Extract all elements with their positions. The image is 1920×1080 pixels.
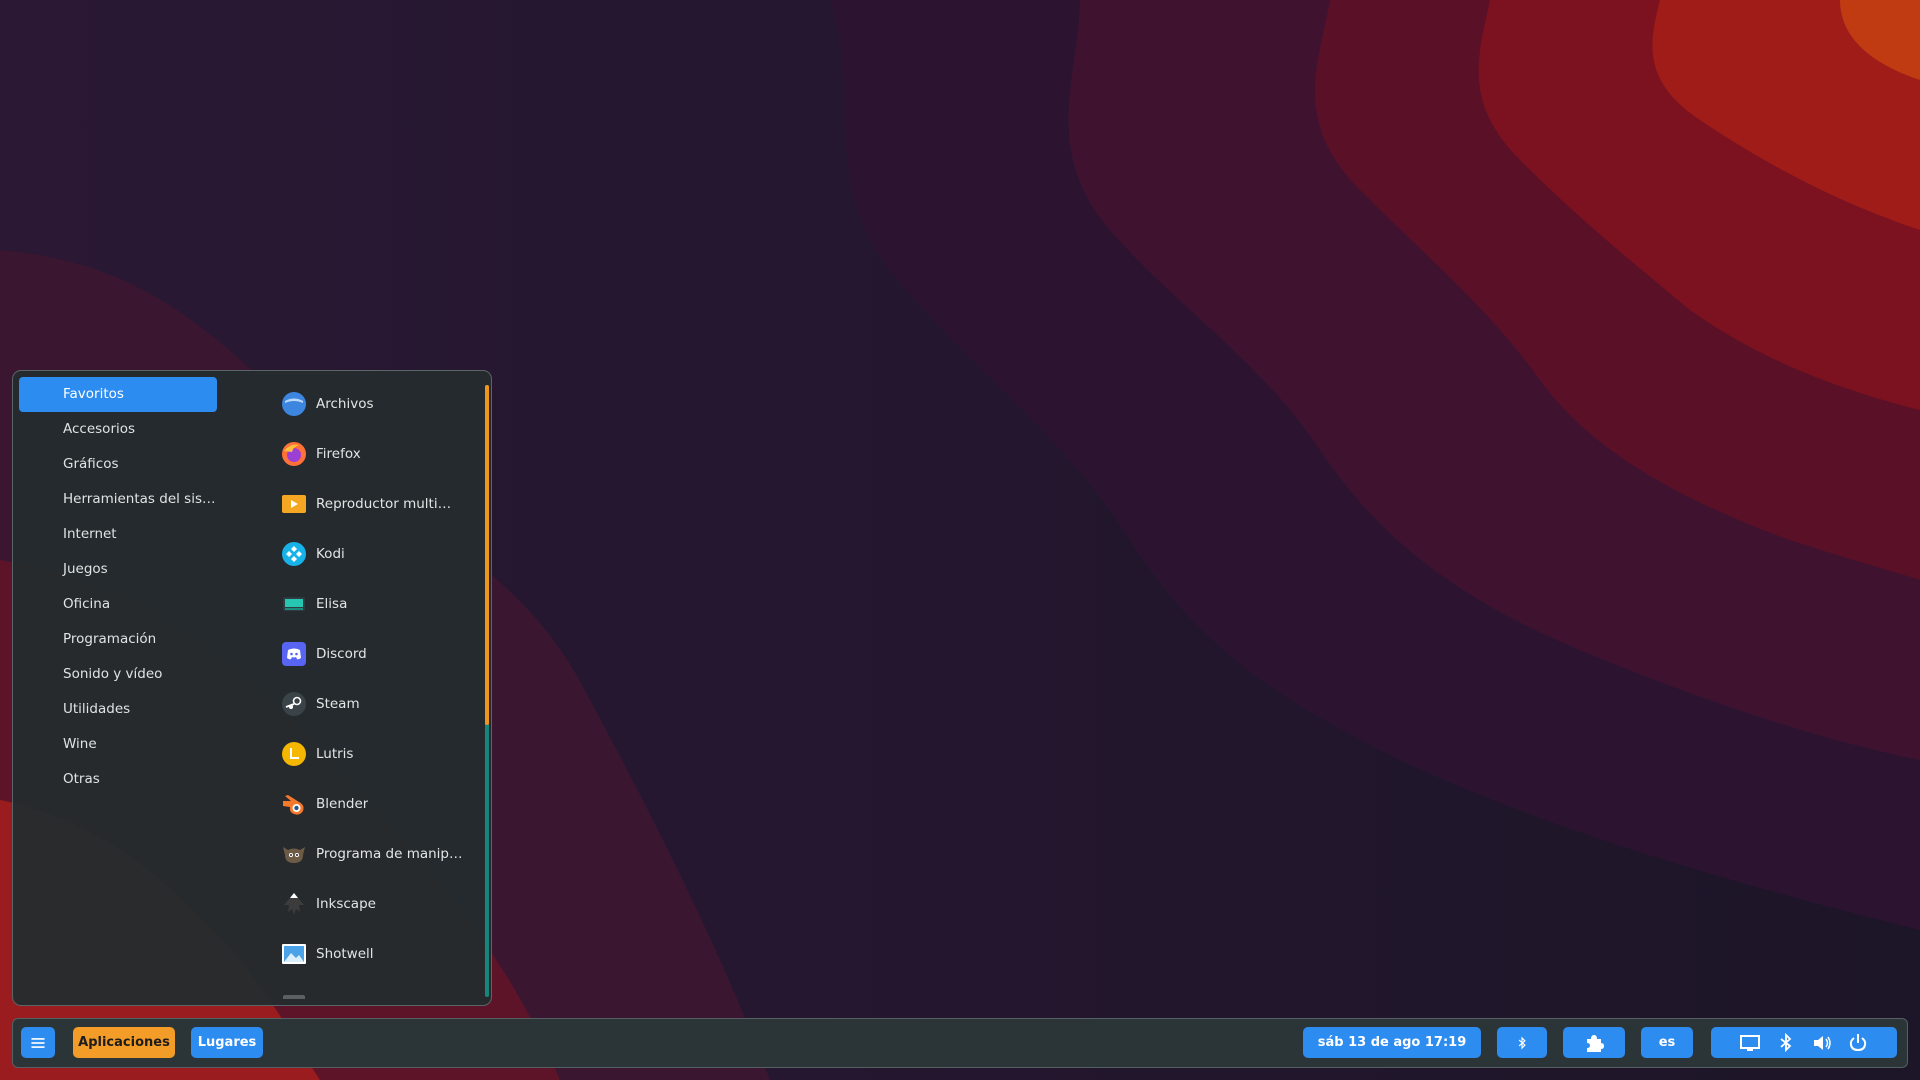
app-label: Elisa — [316, 596, 348, 612]
applications-menu: Favoritos Accesorios Gráficos Herramient… — [12, 370, 492, 1006]
app-partially-visible — [273, 979, 473, 999]
app-lutris[interactable]: Lutris — [273, 729, 473, 779]
app-label: Programa de manip… — [316, 846, 463, 862]
app-label: Firefox — [316, 446, 361, 462]
firefox-icon — [282, 442, 306, 466]
kodi-icon — [282, 542, 306, 566]
app-list-scrollbar[interactable] — [485, 385, 489, 997]
volume-icon[interactable] — [1811, 1032, 1833, 1054]
shotwell-icon — [282, 944, 306, 964]
app-label: Inkscape — [316, 896, 376, 912]
app-gimp[interactable]: Programa de manip… — [273, 829, 473, 879]
app-elisa[interactable]: Elisa — [273, 579, 473, 629]
app-label: Discord — [316, 646, 367, 662]
app-label: Kodi — [316, 546, 345, 562]
category-list: Favoritos Accesorios Gráficos Herramient… — [19, 377, 217, 797]
bluetooth-indicator[interactable] — [1497, 1027, 1547, 1058]
app-discord[interactable]: Discord — [273, 629, 473, 679]
scrollbar-thumb[interactable] — [485, 385, 489, 725]
category-favoritos[interactable]: Favoritos — [19, 377, 217, 412]
category-sonido-video[interactable]: Sonido y vídeo — [19, 657, 217, 692]
app-label: Shotwell — [316, 946, 374, 962]
category-herramientas[interactable]: Herramientas del sis… — [19, 482, 217, 517]
files-icon — [282, 392, 306, 416]
app-label: Blender — [316, 796, 369, 812]
category-wine[interactable]: Wine — [19, 727, 217, 762]
elisa-icon — [283, 597, 305, 611]
bottom-panel: Aplicaciones Lugares sáb 13 de ago 17:19… — [12, 1018, 1908, 1068]
discord-icon — [282, 642, 306, 666]
app-blender[interactable]: Blender — [273, 779, 473, 829]
app-label: Reproductor multi… — [316, 496, 452, 512]
app-steam[interactable]: Steam — [273, 679, 473, 729]
category-utilidades[interactable]: Utilidades — [19, 692, 217, 727]
category-graficos[interactable]: Gráficos — [19, 447, 217, 482]
app-label: Archivos — [316, 396, 374, 412]
extensions-button[interactable] — [1563, 1027, 1625, 1058]
app-shotwell[interactable]: Shotwell — [273, 929, 473, 979]
category-internet[interactable]: Internet — [19, 517, 217, 552]
extensions-icon — [1587, 1034, 1604, 1052]
menu-button[interactable] — [21, 1027, 55, 1058]
app-list: Archivos Firefox Reproductor multi… Kodi… — [273, 379, 473, 999]
app-kodi[interactable]: Kodi — [273, 529, 473, 579]
bluetooth-icon[interactable] — [1775, 1032, 1797, 1054]
app-icon — [283, 995, 305, 999]
app-firefox[interactable]: Firefox — [273, 429, 473, 479]
media-player-icon — [282, 495, 306, 513]
app-archivos[interactable]: Archivos — [273, 379, 473, 429]
gimp-icon — [283, 847, 305, 863]
category-otras[interactable]: Otras — [19, 762, 217, 797]
steam-icon — [282, 692, 306, 716]
power-icon[interactable] — [1847, 1032, 1869, 1054]
keyboard-layout-button[interactable]: es — [1641, 1027, 1693, 1058]
clock-button[interactable]: sáb 13 de ago 17:19 — [1303, 1027, 1481, 1058]
bluetooth-icon — [1518, 1036, 1526, 1049]
blender-icon — [283, 795, 304, 815]
app-inkscape[interactable]: Inkscape — [273, 879, 473, 929]
applications-button[interactable]: Aplicaciones — [73, 1027, 175, 1058]
category-programacion[interactable]: Programación — [19, 622, 217, 657]
places-button[interactable]: Lugares — [191, 1027, 263, 1058]
hamburger-icon — [31, 1037, 45, 1048]
inkscape-icon — [284, 893, 304, 915]
app-reproductor[interactable]: Reproductor multi… — [273, 479, 473, 529]
app-label: Steam — [316, 696, 360, 712]
lutris-icon — [282, 742, 306, 766]
category-accesorios[interactable]: Accesorios — [19, 412, 217, 447]
app-label: Lutris — [316, 746, 354, 762]
category-oficina[interactable]: Oficina — [19, 587, 217, 622]
category-juegos[interactable]: Juegos — [19, 552, 217, 587]
system-tray[interactable] — [1711, 1027, 1897, 1058]
display-icon[interactable] — [1739, 1032, 1761, 1054]
